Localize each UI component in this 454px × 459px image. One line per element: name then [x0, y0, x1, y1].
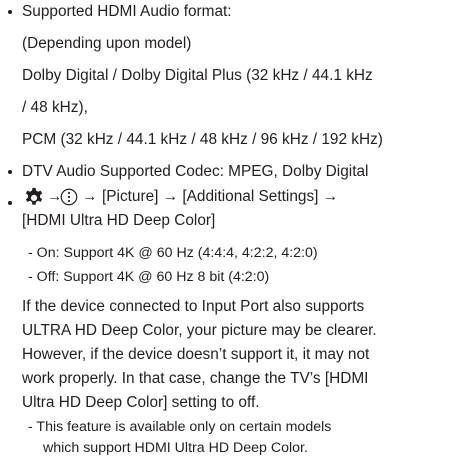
paragraph-line: If the device connected to Input Port al… — [22, 298, 365, 315]
text-line: Dolby Digital / Dolby Digital Plus (32 k… — [22, 67, 373, 84]
bullet-dot — [8, 10, 12, 14]
text-line: PCM (32 kHz / 44.1 kHz / 48 kHz / 96 kHz… — [22, 131, 383, 148]
paragraph-line: work properly. In that case, change the … — [22, 370, 369, 387]
document-page: Supported HDMI Audio format: (Depending … — [0, 0, 454, 459]
option-on: - On: Support 4K @ 60 Hz (4:4:4, 4:2:2, … — [28, 245, 318, 261]
note-line: which support HDMI Ultra HD Deep Color. — [43, 440, 308, 456]
paragraph-line: However, if the device doesn’t support i… — [22, 346, 370, 363]
gear-icon — [25, 187, 43, 205]
bullet-heading-dtv-audio: DTV Audio Supported Codec: MPEG, Dolby D… — [22, 163, 369, 180]
menu-path-line: [HDMI Ultra HD Deep Color] — [22, 212, 216, 229]
bullet-heading-hdmi-audio: Supported HDMI Audio format: — [22, 3, 232, 20]
note-line: - This feature is available only on cert… — [28, 419, 332, 435]
paragraph-line: ULTRA HD Deep Color, your picture may be… — [22, 322, 377, 339]
bullet-dot — [8, 201, 12, 205]
text-line: (Depending upon model) — [22, 35, 192, 52]
option-off: - Off: Support 4K @ 60 Hz 8 bit (4:2:0) — [28, 269, 270, 285]
vertical-dots-icon — [60, 188, 78, 206]
paragraph-line: Ultra HD Deep Color] setting to off. — [22, 394, 260, 411]
arrow-icon: → — [82, 188, 98, 205]
bullet-dot — [8, 170, 12, 174]
menu-path-line: [Picture] → [Additional Settings] → — [102, 188, 339, 205]
text-line: / 48 kHz), — [22, 99, 88, 116]
